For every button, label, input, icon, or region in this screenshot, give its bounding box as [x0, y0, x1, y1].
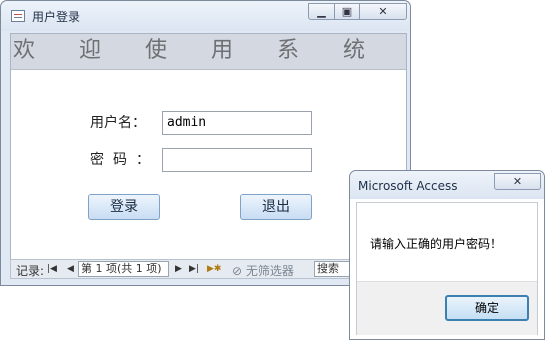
close-button[interactable]: ✕ — [359, 3, 407, 20]
last-record-icon[interactable]: ▶| — [189, 261, 199, 277]
exit-button[interactable]: 退出 — [240, 194, 312, 220]
close-icon: ✕ — [512, 175, 523, 188]
filter-icon: ⊘ — [232, 264, 243, 278]
dialog-footer: 确定 — [357, 281, 537, 335]
current-record-field[interactable]: 第 1 项(共 1 项) — [78, 261, 169, 277]
dialog-message: 请输入正确的用户密码！ — [370, 237, 503, 251]
username-input[interactable]: admin — [162, 111, 312, 135]
minimize-icon: ▁ — [317, 5, 326, 18]
password-label: 密码： — [90, 152, 159, 168]
close-icon: ✕ — [378, 5, 388, 18]
maximize-button[interactable]: ▣ — [334, 3, 360, 20]
record-navigation-bar: 记录: |◀ ◀ 第 1 项(共 1 项) ▶ ▶| ▶✱ ⊘ 无筛选器 搜索 — [10, 259, 407, 279]
minimize-button[interactable]: ▁ — [308, 3, 335, 20]
dialog-body: 请输入正确的用户密码！ 确定 — [356, 202, 538, 335]
filter-button[interactable]: ⊘ 无筛选器 — [232, 262, 294, 279]
window-title: 用户登录 — [32, 10, 81, 24]
message-dialog: Microsoft Access ✕ 请输入正确的用户密码！ 确定 — [349, 170, 545, 340]
maximize-icon: ▣ — [341, 5, 353, 18]
previous-record-icon[interactable]: ◀ — [67, 261, 74, 277]
dialog-titlebar[interactable]: Microsoft Access ✕ — [350, 171, 544, 199]
ok-button[interactable]: 确定 — [445, 295, 529, 321]
password-input[interactable] — [162, 148, 312, 172]
username-label: 用户名： — [90, 115, 146, 131]
dialog-close-button[interactable]: ✕ — [494, 173, 541, 190]
welcome-banner: 欢迎使用系统 — [11, 34, 406, 70]
login-button[interactable]: 登录 — [88, 194, 160, 220]
welcome-text: 欢迎使用系统 — [13, 38, 410, 63]
login-titlebar[interactable]: 用户登录 ▁ ▣ ✕ — [1, 1, 410, 31]
new-record-icon[interactable]: ▶✱ — [207, 261, 221, 277]
form-body: 欢迎使用系统 用户名： admin 密码： 登录 退出 — [10, 33, 407, 276]
dialog-title: Microsoft Access — [358, 179, 458, 193]
filter-label: 无筛选器 — [245, 264, 294, 278]
next-record-icon[interactable]: ▶ — [175, 261, 182, 277]
first-record-icon[interactable]: |◀ — [47, 261, 57, 277]
form-icon — [11, 10, 25, 22]
record-label: 记录: — [16, 264, 45, 278]
